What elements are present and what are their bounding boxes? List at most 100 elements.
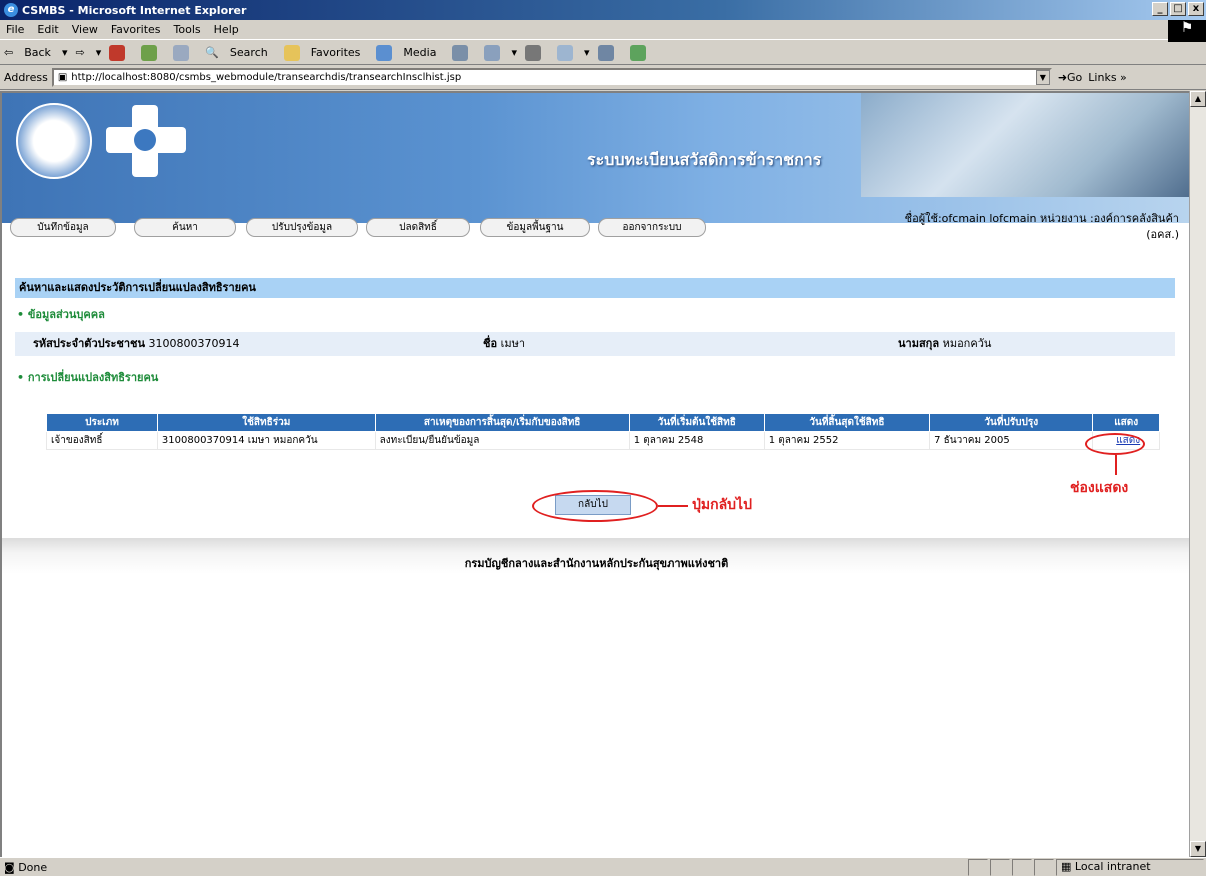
back-annotation-line	[658, 505, 688, 507]
nav-update-data[interactable]: ปรับปรุงข้อมูล	[246, 218, 358, 237]
stop-button[interactable]	[109, 44, 133, 61]
edit-icon	[557, 44, 573, 61]
comptroller-emblem-icon	[16, 103, 92, 179]
address-url: http://localhost:8080/csmbs_webmodule/tr…	[71, 72, 462, 83]
footer-text: กรมบัญชีกลางและสำนักงานหลักประกันสุขภาพแ…	[464, 557, 729, 570]
search-button[interactable]: 🔍 Search	[205, 46, 276, 59]
vertical-scrollbar[interactable]: ▲ ▼	[1189, 91, 1206, 857]
table-row: เจ้าของสิทธิ์ 3100800370914 เมษา หมอกควั…	[46, 431, 1160, 450]
discuss-icon	[597, 44, 614, 61]
window-title: CSMBS - Microsoft Internet Explorer	[22, 3, 247, 17]
media-icon	[376, 44, 393, 61]
scroll-up-icon[interactable]: ▲	[1190, 91, 1206, 107]
status-cells: ▦ Local intranet	[968, 859, 1206, 876]
home-icon	[173, 44, 190, 61]
nav-logout[interactable]: ออกจากระบบ	[598, 218, 706, 237]
user-info-line2: (อคส.)	[1146, 228, 1179, 241]
status-cell-2	[990, 859, 1010, 876]
nav-record-data[interactable]: บันทึกข้อมูล	[10, 218, 116, 237]
cell-end-date: 1 ตุลาคม 2552	[763, 431, 931, 450]
back-arrow-icon: ⇦	[4, 46, 14, 59]
status-done: Done	[18, 860, 48, 874]
windows-flag-icon: ⚑	[1168, 20, 1206, 42]
name-cell: ชื่อ เมษา	[483, 332, 525, 356]
col-updated-date: วันที่ปรับปรุง	[929, 413, 1094, 432]
links-label: Links	[1088, 71, 1117, 84]
col-reason: สาเหตุของการสิ้นสุด/เริ่มกับของสิทธิ	[374, 413, 630, 432]
menu-help[interactable]: Help	[214, 23, 239, 36]
health-cross-logo-icon	[106, 105, 186, 177]
nav-basic-data[interactable]: ข้อมูลพื้นฐาน	[480, 218, 590, 237]
status-cell-3	[1012, 859, 1032, 876]
col-show: แสดง	[1092, 413, 1160, 432]
ie-logo-icon: e	[4, 3, 18, 17]
discuss-button[interactable]	[597, 44, 622, 61]
address-bar: Address ▣ http://localhost:8080/csmbs_we…	[0, 66, 1206, 90]
history-button[interactable]	[452, 44, 476, 61]
mail-button[interactable]: ▾	[484, 44, 517, 61]
browser-window: e CSMBS - Microsoft Internet Explorer _ …	[0, 0, 1206, 876]
favorites-label: Favorites	[310, 46, 361, 59]
address-dropdown-icon[interactable]: ▼	[1035, 70, 1050, 85]
back-label: Back	[24, 46, 51, 59]
id-label: รหัสประจำตัวประชาชน	[33, 337, 146, 350]
show-annotation-label: ช่องแสดง	[1070, 480, 1129, 496]
refresh-button[interactable]	[141, 44, 165, 61]
menu-favorites[interactable]: Favorites	[111, 23, 161, 36]
print-button[interactable]	[525, 44, 549, 61]
page-icon: ▣	[57, 72, 68, 83]
maximize-button[interactable]: □	[1170, 2, 1186, 16]
show-annotation-line	[1115, 455, 1117, 475]
rights-history-table: ประเภท ใช้สิทธิร่วม สาเหตุของการสิ้นสุด/…	[46, 413, 1160, 450]
changes-section-heading: • การเปลี่ยนแปลงสิทธิรายคน	[17, 371, 159, 384]
user-info: ชื่อผู้ใช้:ofcmain lofcmain หน่วยงาน :อง…	[779, 211, 1179, 243]
scroll-down-icon[interactable]: ▼	[1190, 841, 1206, 857]
zone-label: Local intranet	[1074, 860, 1151, 873]
nav-revoke-rights[interactable]: ปลดสิทธิ์	[366, 218, 470, 237]
messenger-button[interactable]	[629, 44, 654, 61]
forward-arrow-icon: ⇨	[75, 46, 85, 59]
title-bar: e CSMBS - Microsoft Internet Explorer _ …	[0, 0, 1206, 20]
media-button[interactable]: Media	[376, 44, 444, 61]
go-label: Go	[1067, 71, 1083, 84]
menu-file[interactable]: File	[6, 23, 24, 36]
page-title: ค้นหาและแสดงประวัติการเปลี่ยนแปลงสิทธิรา…	[15, 278, 1175, 298]
menu-tools[interactable]: Tools	[174, 23, 201, 36]
cell-start-date: 1 ตุลาคม 2548	[628, 431, 765, 450]
zone-cell: ▦ Local intranet	[1056, 859, 1204, 876]
minimize-button[interactable]: _	[1152, 2, 1168, 16]
links-button[interactable]: Links »	[1088, 71, 1127, 84]
stop-icon	[109, 44, 126, 61]
history-icon	[452, 44, 469, 61]
close-button[interactable]: x	[1188, 2, 1204, 16]
page-done-icon: ◙	[4, 860, 15, 874]
cell-joint-rights: 3100800370914 เมษา หมอกควัน	[156, 431, 376, 450]
status-cell-4	[1034, 859, 1054, 876]
back-button[interactable]: ⇦ Back ▾	[4, 46, 67, 59]
show-annotation-circle	[1085, 433, 1145, 455]
go-button[interactable]: ➜Go	[1058, 71, 1082, 84]
col-type: ประเภท	[46, 413, 158, 432]
banner-photo	[861, 93, 1189, 197]
menu-bar: File Edit View Favorites Tools Help	[0, 20, 1206, 40]
col-start-date: วันที่เริ่มต้นใช้สิทธิ	[628, 413, 765, 432]
address-label: Address	[4, 71, 48, 84]
col-end-date: วันที่สิ้นสุดใช้สิทธิ	[763, 413, 931, 432]
favorites-button[interactable]: Favorites	[283, 44, 369, 61]
menu-view[interactable]: View	[72, 23, 98, 36]
window-controls: _ □ x	[1152, 2, 1204, 16]
forward-button[interactable]: ⇨ ▾	[75, 46, 101, 59]
home-button[interactable]	[173, 44, 197, 61]
mail-icon	[484, 44, 501, 61]
back-annotation-label: ปุ่มกลับไป	[692, 497, 752, 513]
address-input[interactable]: ▣ http://localhost:8080/csmbs_webmodule/…	[51, 68, 1052, 87]
name-label: ชื่อ	[483, 337, 498, 350]
edit-button[interactable]: ▾	[557, 44, 590, 61]
status-bar: ◙ Done ▦ Local intranet	[0, 857, 1206, 876]
surname-label: นามสกุล	[898, 337, 940, 350]
cell-reason: ลงทะเบียน/ยืนยันข้อมูล	[374, 431, 630, 450]
menu-edit[interactable]: Edit	[37, 23, 58, 36]
system-title: ระบบทะเบียนสวัสดิการข้าราชการ	[587, 150, 822, 169]
nav-search[interactable]: ค้นหา	[134, 218, 236, 237]
favorites-icon	[283, 44, 300, 61]
